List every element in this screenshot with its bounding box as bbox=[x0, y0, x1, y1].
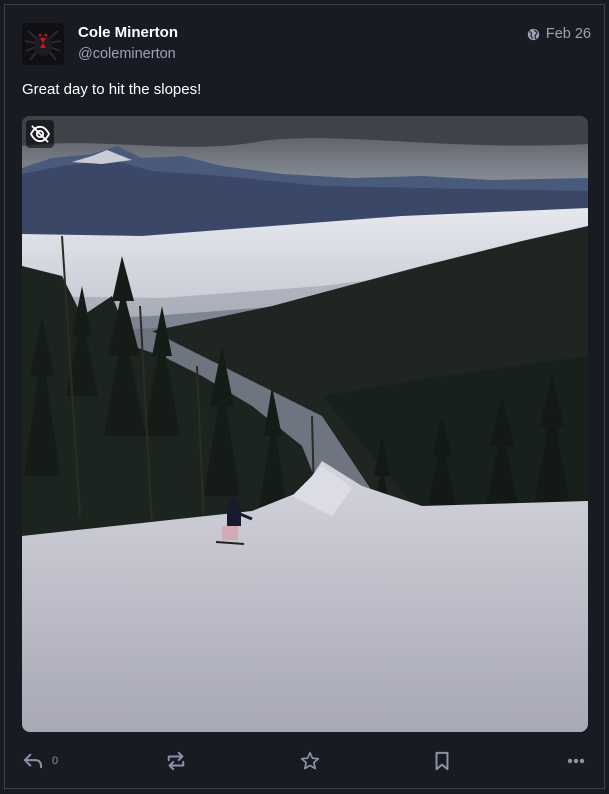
eye-slash-icon bbox=[29, 125, 51, 143]
boost-icon bbox=[167, 751, 185, 771]
media-attachment[interactable] bbox=[22, 116, 588, 732]
reply-count: 0 bbox=[52, 755, 59, 767]
status-date: Feb 26 bbox=[545, 26, 591, 42]
status-content: Great day to hit the slopes! bbox=[22, 81, 202, 98]
bookmark-icon bbox=[435, 751, 449, 771]
display-name[interactable]: Cole Minerton bbox=[78, 24, 178, 41]
ski-slope-photo bbox=[22, 116, 588, 732]
hide-media-button[interactable] bbox=[26, 120, 54, 148]
status-action-bar: 0 bbox=[22, 746, 588, 776]
spider-avatar-icon bbox=[22, 23, 64, 65]
boost-button[interactable] bbox=[165, 746, 187, 776]
more-options-button[interactable] bbox=[567, 746, 585, 776]
avatar[interactable] bbox=[22, 23, 64, 65]
more-icon bbox=[567, 758, 585, 764]
globe-icon bbox=[527, 28, 540, 40]
account-handle[interactable]: @coleminerton bbox=[78, 46, 176, 62]
status-timestamp[interactable]: Feb 26 bbox=[527, 26, 591, 42]
favourite-icon bbox=[300, 751, 320, 770]
bookmark-button[interactable] bbox=[434, 746, 450, 776]
divider bbox=[4, 788, 605, 789]
reply-button[interactable]: 0 bbox=[22, 746, 58, 776]
reply-icon bbox=[23, 753, 43, 769]
favourite-button[interactable] bbox=[300, 746, 320, 776]
